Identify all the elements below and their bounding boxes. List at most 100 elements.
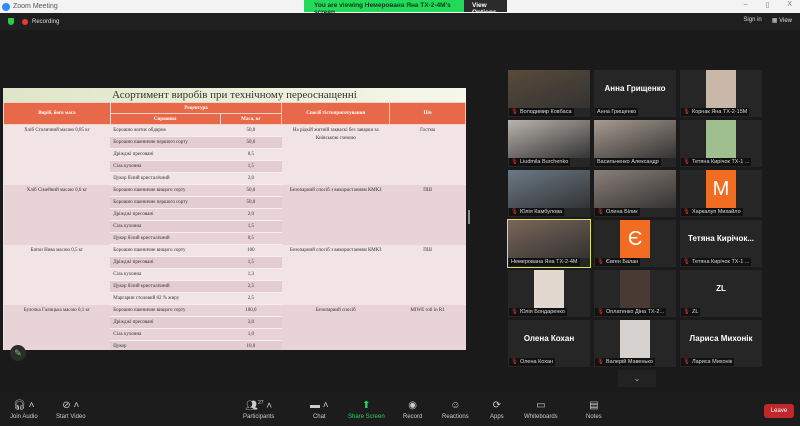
viewing-message: You are viewing Немерована Яна ТХ-2-4М's…	[304, 0, 464, 16]
leave-button[interactable]: Leave	[764, 404, 794, 418]
participant-tile[interactable]: ZL 🎙︎ ZL	[680, 270, 762, 317]
header-oven: Піч	[389, 102, 466, 125]
whiteboard-icon: ▭	[536, 400, 546, 411]
participant-tile[interactable]: Є 🎙︎ Євген Балан	[594, 220, 676, 267]
participant-name: Євген Балан	[605, 259, 639, 265]
participant-avatar: Є	[620, 220, 650, 258]
start-video-label: Start Video	[56, 414, 86, 420]
participant-video	[508, 70, 590, 108]
participant-name: Немерована Яна ТХ-2-4М	[511, 259, 578, 265]
share-screen-button[interactable]: ⬆ Share Screen	[348, 400, 385, 420]
slide-title: Асортимент виробів при технічному переос…	[3, 88, 466, 102]
ingredient-mass: 0,5	[220, 148, 282, 161]
participant-tile[interactable]: Анна Грищенко Анна Грищенко	[594, 70, 676, 117]
ingredient-mass: 50,0	[220, 124, 282, 137]
participant-tile[interactable]: Немерована Яна ТХ-2-4М	[507, 219, 591, 268]
notes-button[interactable]: ▤ Notes	[586, 400, 602, 420]
participant-tile[interactable]: 🎙︎ Валерій Мавенько	[594, 320, 676, 367]
join-audio-button[interactable]: 🎧︎ ˄ Join Audio	[10, 400, 38, 420]
header-raw: Сировина	[109, 113, 221, 125]
participant-name: Тетяна Кирічок ТХ-1 ...	[691, 159, 750, 165]
chat-button[interactable]: ▬ ˄ Chat	[310, 400, 329, 420]
view-button[interactable]: ▦ View	[772, 17, 792, 24]
gallery-next-page-button[interactable]: ⌄	[618, 370, 656, 387]
participant-name-label: 🎙︎ Харкалуп Михайло	[681, 208, 743, 216]
participant-name-label: 🎙︎ Юлія Камбулова	[509, 208, 565, 216]
ingredient-name: Борошно пшеничне вищого сорту	[110, 304, 220, 317]
participant-name: Олена Білик	[605, 209, 638, 215]
join-audio-label: Join Audio	[10, 414, 38, 420]
ingredient-name: Цукор	[110, 340, 220, 350]
ingredient-mass: 1,0	[220, 328, 282, 341]
mic-muted-icon: 🎙︎	[597, 309, 604, 315]
view-options-button[interactable]: View Options ⌄	[464, 0, 507, 24]
sign-in-link[interactable]: Sign in	[743, 17, 761, 24]
participant-tile[interactable]: 🎙︎ Корнак Яна ТХ-2-15М	[680, 70, 762, 117]
notes-label: Notes	[586, 414, 602, 420]
recording-icon	[22, 18, 28, 25]
participants-label: Participants	[243, 414, 275, 420]
participants-button[interactable]: 👥︎27 ˄ Participants	[243, 400, 274, 420]
participant-tile[interactable]: Олена Кохан 🎙︎ Олена Кохан	[508, 320, 590, 367]
chat-label: Chat	[312, 414, 326, 420]
mic-muted-icon: 🎙︎	[597, 259, 604, 265]
participant-avatar	[620, 320, 650, 358]
participant-name: Лариса Михонік	[691, 359, 733, 365]
minimize-button[interactable]: –	[744, 1, 748, 9]
apps-label: Apps	[490, 414, 504, 420]
whiteboards-button[interactable]: ▭ Whiteboards	[524, 400, 558, 420]
ingredient-mass: 1,5	[220, 220, 282, 233]
shared-slide: Асортимент виробів при технічному переос…	[3, 88, 466, 350]
participant-display-name: Тетяна Кирічок...	[687, 234, 755, 243]
ingredient-name: Сіль кухонна	[110, 268, 220, 281]
ingredient-name: Сіль кухонна	[110, 160, 220, 173]
participant-tile[interactable]: M 🎙︎ Харкалуп Михайло	[680, 170, 762, 217]
share-screen-label: Share Screen	[348, 414, 385, 420]
start-video-button[interactable]: ⊘ ˄ Start Video	[56, 400, 86, 420]
splitter-handle[interactable]	[468, 210, 470, 224]
ingredient-name: Сіль кухонна	[110, 220, 220, 233]
participant-tile[interactable]: 🎙︎ Оплатенко Діна ТХ-2...	[594, 270, 676, 317]
participant-avatar: M	[706, 170, 736, 208]
product-name: Батон Нива масою 0,5 кг	[3, 244, 111, 305]
record-button[interactable]: ◉ Record	[403, 400, 422, 420]
participant-avatar	[534, 270, 564, 308]
participant-video	[594, 170, 676, 208]
ingredient-mass: 0,5	[220, 232, 282, 245]
participant-tile[interactable]: 🎙︎ Олена Білик	[594, 170, 676, 217]
participant-name: Харкалуп Михайло	[691, 209, 741, 215]
participant-tile[interactable]: 🎙︎ Юлія Бондаренко	[508, 270, 590, 317]
reactions-button[interactable]: ☺ Reactions	[442, 400, 469, 420]
participant-name-label: 🎙︎ Олена Кохан	[509, 358, 556, 366]
participant-tile[interactable]: Лариса Михонік 🎙︎ Лариса Михонік	[680, 320, 762, 367]
header-mass: Маса, кг	[219, 113, 283, 125]
close-button[interactable]: X	[787, 1, 792, 9]
participant-tile[interactable]: 🎙︎ Liudmila Burchenko	[508, 120, 590, 167]
annotate-pencil-icon[interactable]: ✎	[10, 345, 26, 361]
oven-type: ПШ	[389, 244, 466, 305]
participant-display-name: Олена Кохан	[523, 334, 575, 343]
security-shield-icon[interactable]	[8, 18, 14, 25]
participant-name-label: 🎙︎ Тетяна Кирічок ТХ-1 ...	[681, 158, 752, 166]
ingredient-name: Цукор білий кристалічний	[110, 280, 220, 293]
participant-name-label: 🎙︎ Юлія Бондаренко	[509, 308, 567, 316]
ingredient-mass: 1,5	[220, 160, 282, 173]
participant-tile[interactable]: 🎙︎ Юлія Камбулова	[508, 170, 590, 217]
window-title: Zoom Meeting	[13, 3, 58, 10]
whiteboards-label: Whiteboards	[524, 414, 558, 420]
ingredient-mass: 3,0	[220, 172, 282, 185]
ingredient-name: Дріжджі пресовані	[110, 256, 220, 269]
participant-tile[interactable]: Васильченко Александр	[594, 120, 676, 167]
ingredient-name: Борошно пшеничне вищого сорту	[110, 244, 220, 257]
apps-button[interactable]: ⟳ Apps	[490, 400, 504, 420]
ingredient-mass: 100	[220, 244, 282, 257]
participant-tile[interactable]: 🎙︎ Тетяна Кирічок ТХ-1 ...	[680, 120, 762, 167]
chat-icon: ▬ ˄	[310, 400, 329, 411]
participant-tile[interactable]: Тетяна Кирічок... 🎙︎ Тетяна Кирічок ТХ-1 .…	[680, 220, 762, 267]
apps-icon: ⟳	[492, 400, 502, 411]
participant-tile[interactable]: 🎙︎ Володимир Ковбаса	[508, 70, 590, 117]
maximize-button[interactable]: ▯	[765, 1, 769, 9]
participant-name: Liudmila Burchenko	[519, 159, 569, 165]
mic-muted-icon: 🎙︎	[511, 209, 518, 215]
mic-muted-icon: 🎙︎	[683, 359, 690, 365]
